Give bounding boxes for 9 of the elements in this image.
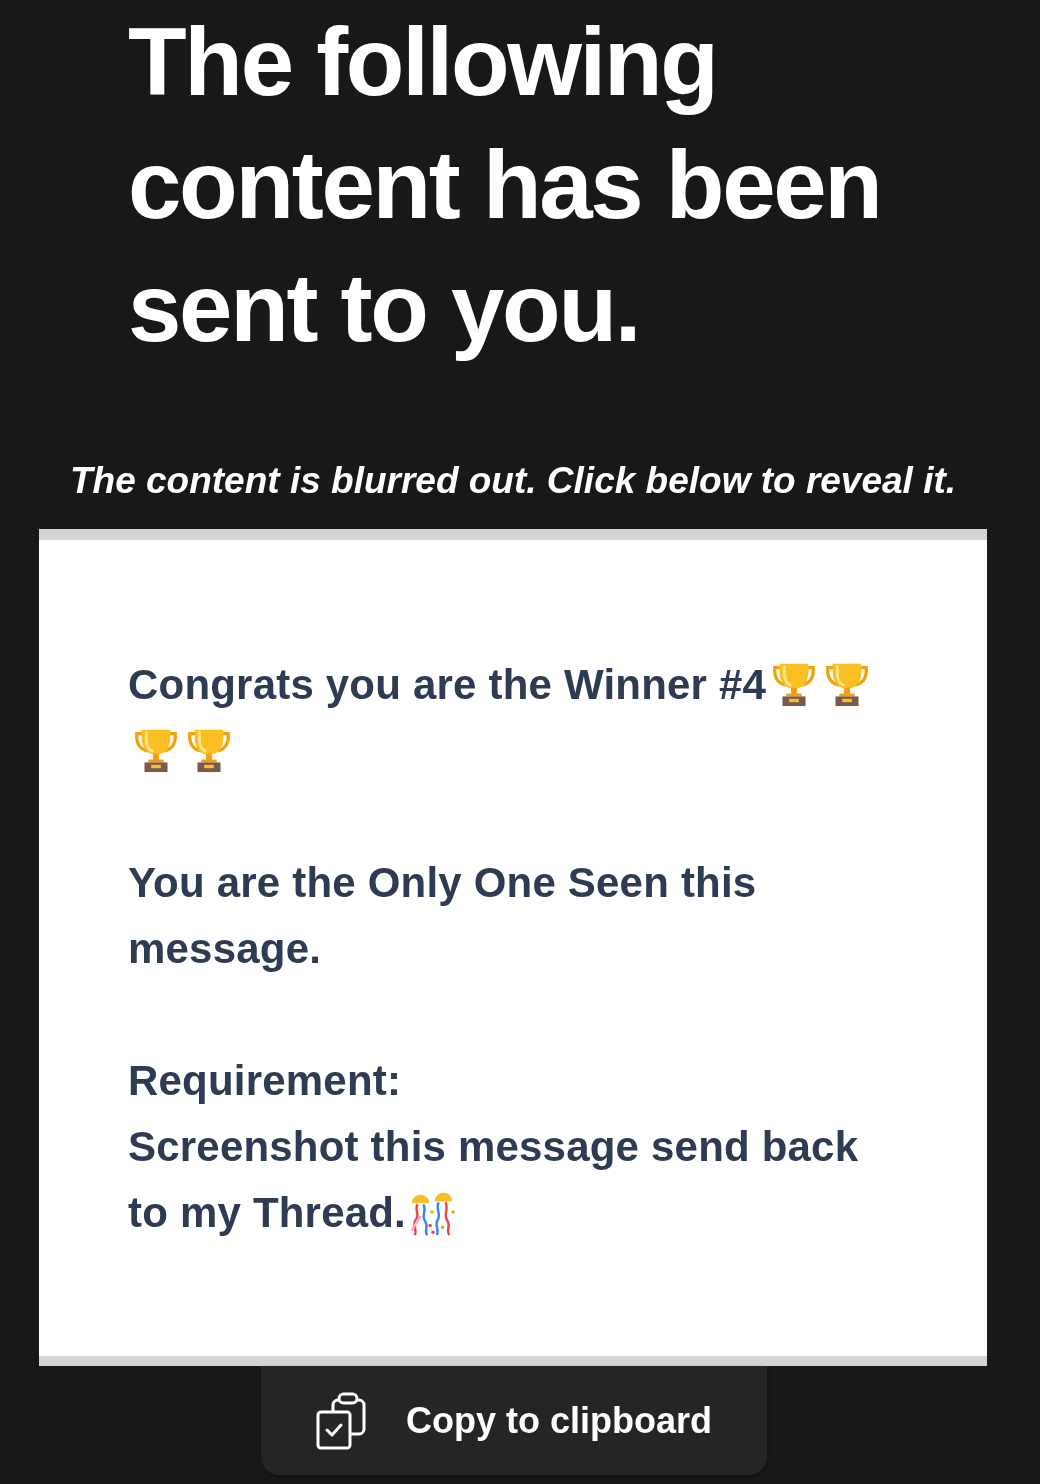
copy-button[interactable]: Copy to clipboard — [261, 1366, 767, 1475]
message-text: to my Thread. — [128, 1189, 406, 1236]
message-text: Congrats you are the Winner #4 — [128, 661, 767, 708]
message-text: You are the Only One Seen this message. — [128, 859, 757, 972]
notice-text: The content is blurred out. Click below to reveal it. — [69, 461, 957, 501]
message-text: Requirement: — [128, 1057, 402, 1104]
page-heading: The following content has been sent to you. — [128, 7, 882, 363]
message-text: Screenshot this message send back — [128, 1123, 859, 1170]
clipboard-icon — [316, 1391, 366, 1450]
